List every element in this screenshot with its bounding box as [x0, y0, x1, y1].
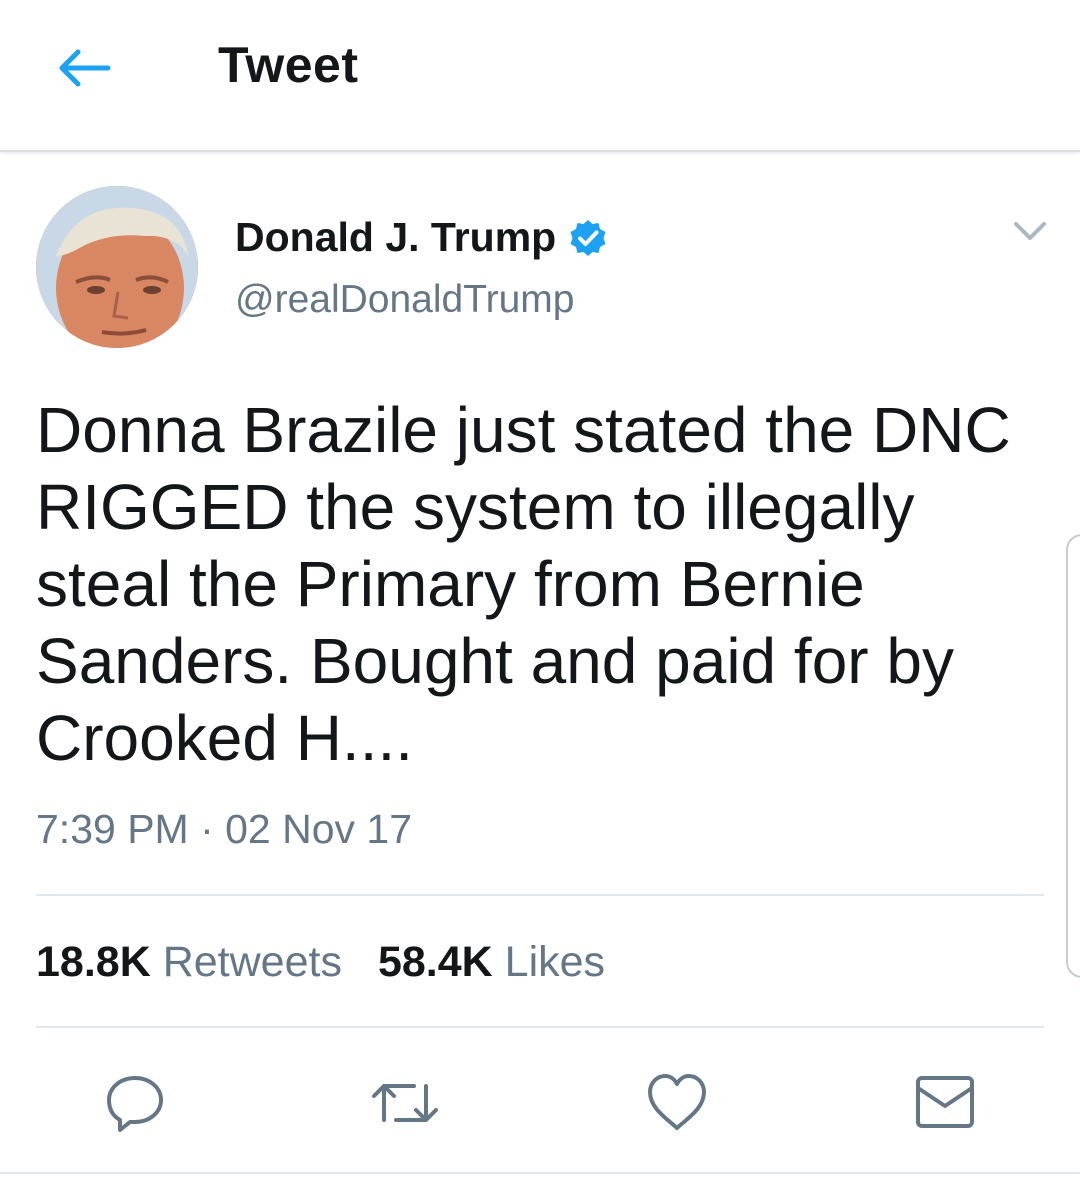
divider: [0, 1172, 1080, 1174]
reply-icon: [107, 1076, 163, 1132]
retweet-button[interactable]: [370, 1072, 438, 1134]
likes-label: Likes: [504, 938, 606, 986]
direct-message-button[interactable]: [914, 1072, 976, 1134]
page-title: Tweet: [218, 37, 359, 93]
reply-button[interactable]: [104, 1072, 166, 1134]
retweet-icon: [372, 1084, 438, 1122]
author-handle[interactable]: @realDonaldTrump: [235, 278, 574, 322]
tweet-text: Donna Brazile just stated the DNC RIGGED…: [36, 394, 1011, 774]
retweets-count: 18.8K: [36, 938, 151, 986]
tweet-timestamp[interactable]: 7:39 PM · 02 Nov 17: [36, 806, 412, 853]
arrow-left-icon: [59, 49, 111, 87]
chevron-down-icon[interactable]: [1010, 214, 1050, 248]
edge-panel-handle[interactable]: [1066, 534, 1080, 978]
likes-stat[interactable]: 58.4K Likes: [378, 938, 605, 987]
tweet-actions: [0, 1072, 1080, 1134]
likes-count: 58.4K: [377, 938, 493, 986]
avatar-image: [36, 186, 198, 348]
tweet-stats: 18.8K Retweets 58.4K Likes: [36, 938, 605, 987]
like-button[interactable]: [646, 1072, 708, 1134]
retweets-label: Retweets: [162, 938, 342, 986]
retweets-stat[interactable]: 18.8K Retweets: [36, 938, 342, 987]
author-name-text: Donald J. Trump: [235, 214, 557, 260]
message-icon: [916, 1076, 974, 1128]
author-name[interactable]: Donald J. Trump: [235, 214, 608, 261]
app-bar: Tweet: [0, 0, 1080, 152]
verified-badge-icon: [570, 219, 606, 256]
back-button[interactable]: [52, 38, 116, 98]
like-icon: [648, 1074, 706, 1130]
divider: [36, 894, 1044, 896]
avatar[interactable]: [36, 186, 198, 348]
divider: [36, 1026, 1044, 1028]
